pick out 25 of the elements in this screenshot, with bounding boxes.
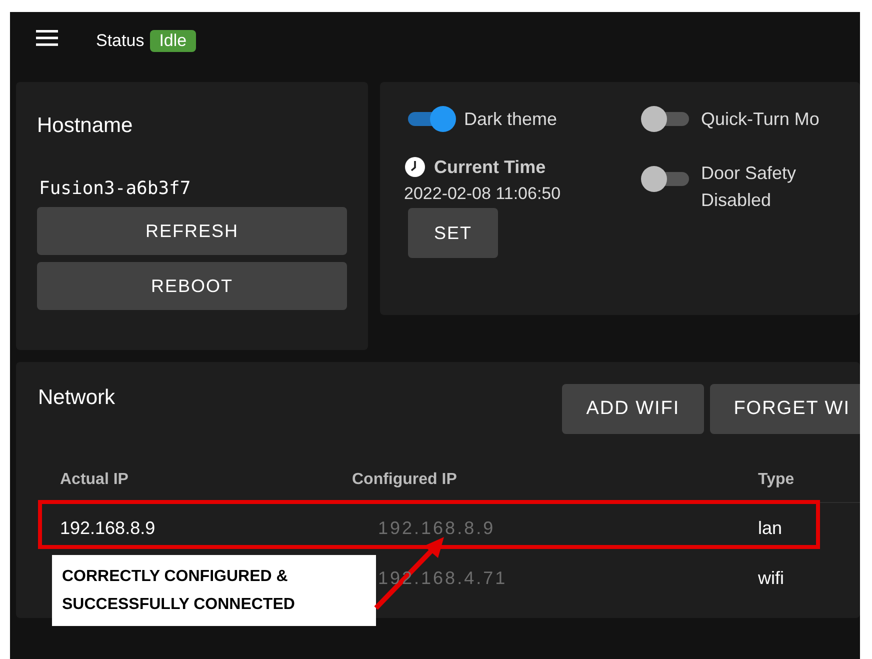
column-header: Actual IP (60, 471, 130, 489)
column-header: Type (758, 471, 796, 489)
status-badge: Idle (150, 30, 196, 52)
hostname-value: Fusion3-a6b3f7 (39, 178, 192, 199)
table-cell: 192.168.8.9 (378, 518, 496, 538)
set-button[interactable]: SET (408, 208, 498, 258)
network-button[interactable]: ADD WIFI (562, 384, 704, 434)
card-title: Network (38, 386, 116, 410)
toggle-label: Dark theme (464, 108, 558, 130)
column-header: Configured IP (352, 471, 458, 489)
menu-icon[interactable] (36, 30, 58, 46)
table-cell: lan (758, 518, 782, 538)
card-title: Hostname (37, 113, 134, 138)
table-cell: wifi (758, 568, 784, 588)
current-time-title: Current Time (434, 156, 546, 178)
callout-text: CORRECTLY CONFIGURED & SUCCESSFULLY CONNECTED (52, 555, 376, 626)
clock-icon (404, 156, 426, 178)
network-button[interactable]: FORGET WI (710, 384, 860, 434)
action-button[interactable]: REFRESH (37, 207, 347, 255)
toggle-label: Quick-Turn Mo (701, 108, 820, 130)
action-button[interactable]: REBOOT (37, 262, 347, 310)
current-time-value: 2022-02-08 11:06:50 (404, 184, 562, 204)
status-label: Status (96, 31, 144, 51)
toggle-label: Door Safety Disabled (701, 162, 798, 212)
table-cell: 192.168.8.9 (60, 518, 156, 538)
